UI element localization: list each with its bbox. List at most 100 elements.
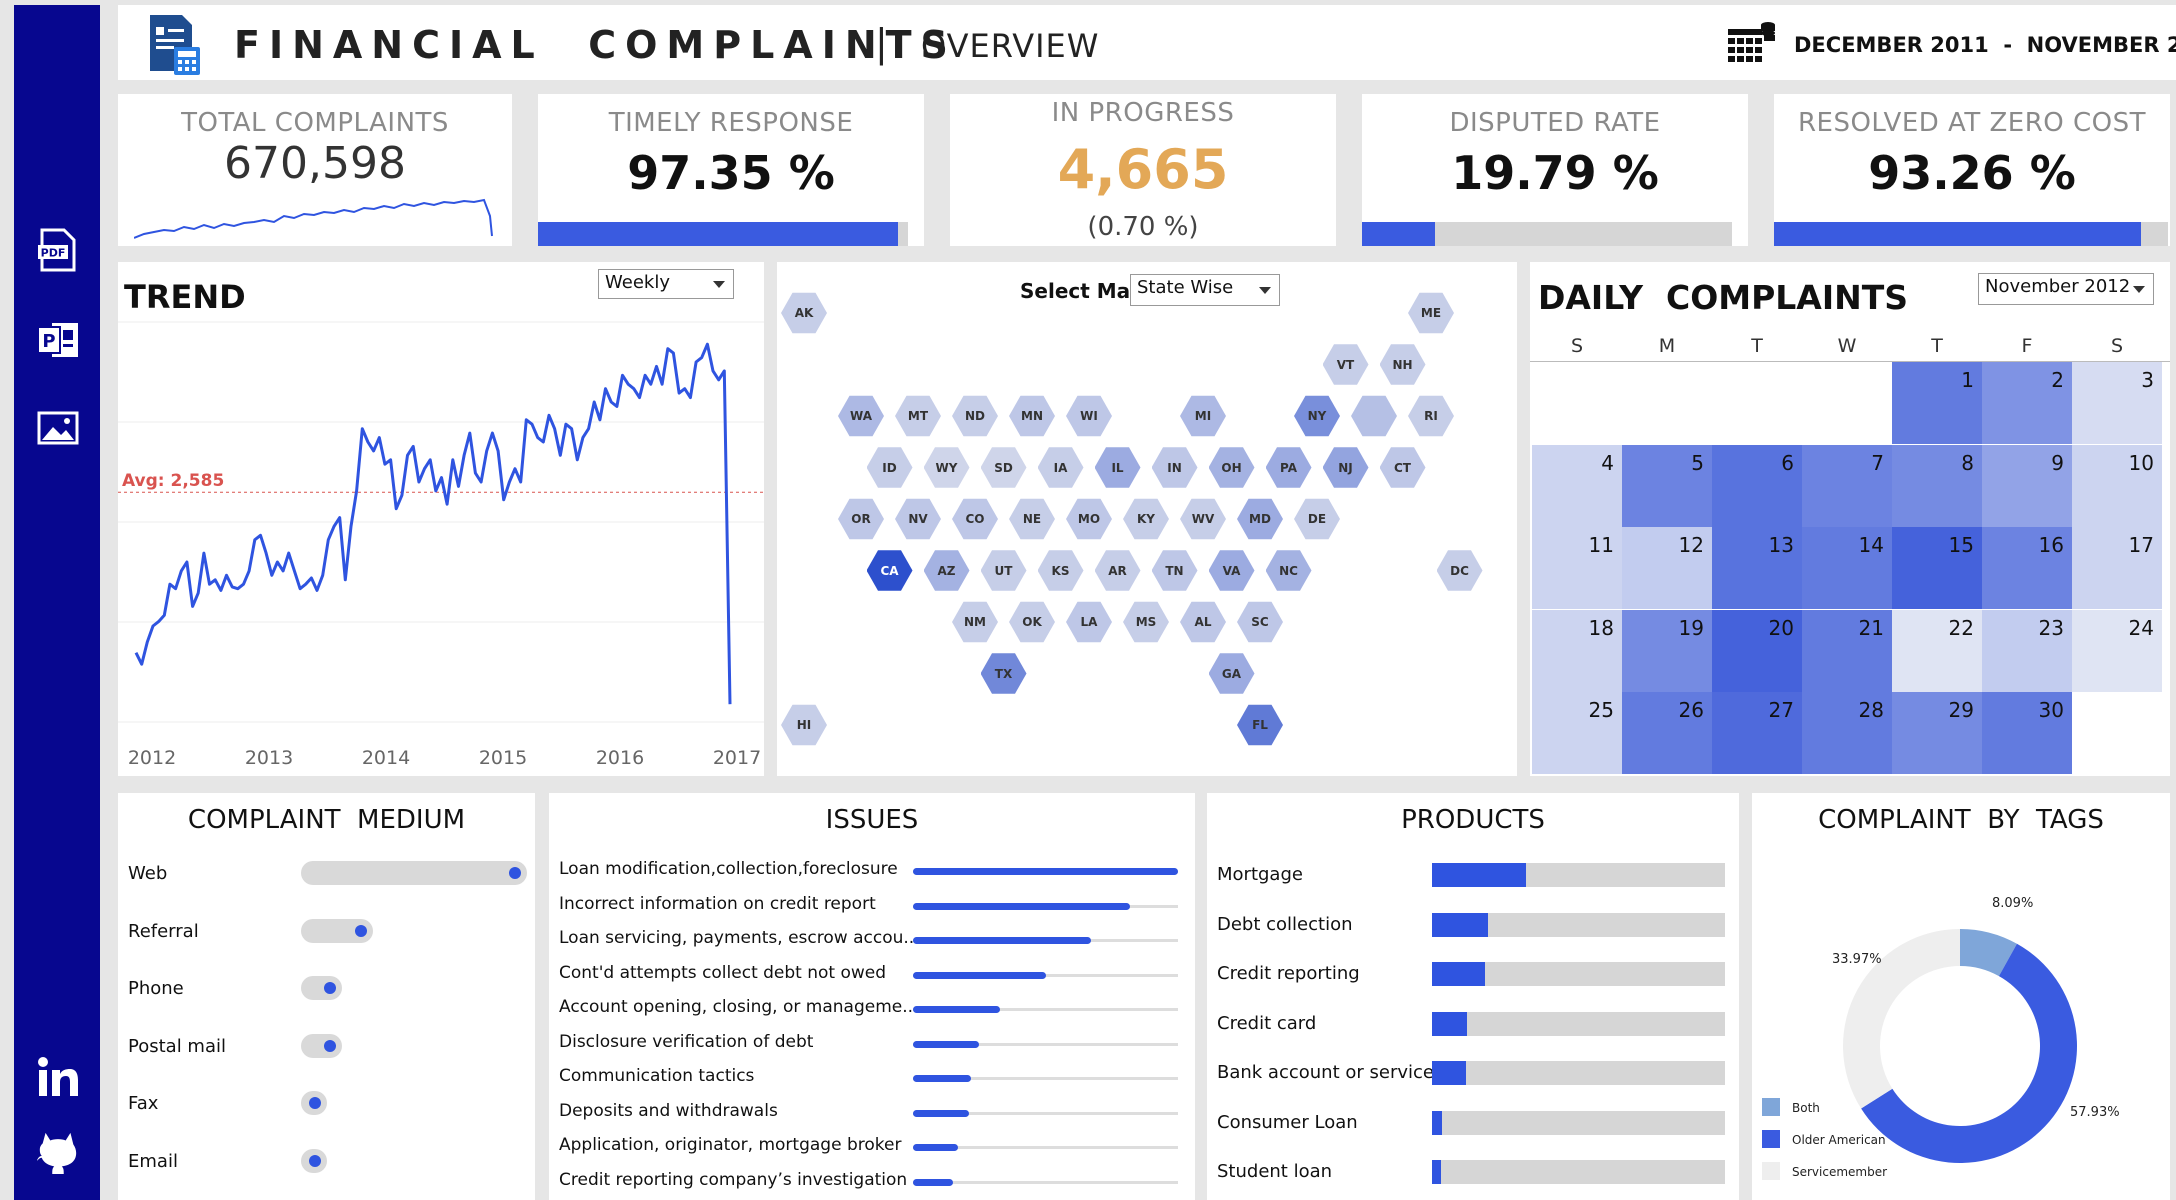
state-hex-fl[interactable]: FL	[1237, 704, 1283, 746]
calendar-day-cell[interactable]: 8	[1892, 444, 1982, 527]
calendar-day-cell[interactable]: 19	[1622, 609, 1712, 692]
issue-bar[interactable]	[913, 868, 1178, 875]
kpi-timely-response[interactable]: TIMELY RESPONSE 97.35 %	[538, 94, 924, 246]
medium-toggle-bar[interactable]	[301, 976, 342, 1000]
linkedin-icon[interactable]	[36, 1055, 80, 1099]
state-hex-mo[interactable]: MO	[1066, 498, 1112, 540]
calendar-day-cell[interactable]: 6	[1712, 444, 1802, 527]
medium-toggle-bar[interactable]	[301, 918, 374, 943]
pdf-export-icon[interactable]: PDF	[36, 228, 80, 272]
state-hex-unlabeled[interactable]	[1351, 395, 1397, 437]
issue-bar[interactable]	[913, 971, 1046, 979]
state-hex-az[interactable]: AZ	[923, 550, 970, 591]
calendar-day-cell[interactable]: 14	[1802, 527, 1892, 609]
state-hex-al[interactable]: AL	[1180, 601, 1226, 643]
state-hex-la[interactable]: LA	[1066, 601, 1112, 643]
state-hex-mi[interactable]: MI	[1180, 395, 1226, 437]
state-hex-mt[interactable]: MT	[895, 395, 941, 437]
map-type-dropdown[interactable]: State Wise	[1130, 274, 1280, 306]
calendar-day-cell[interactable]: 20	[1712, 609, 1802, 692]
calendar-day-cell[interactable]: 3	[2072, 362, 2162, 444]
calendar-day-cell[interactable]: 24	[2072, 609, 2162, 692]
calendar-day-cell[interactable]: 7	[1802, 444, 1892, 527]
state-hex-nv[interactable]: NV	[895, 498, 941, 540]
state-hex-ut[interactable]: UT	[980, 550, 1027, 591]
kpi-total-complaints[interactable]: TOTAL COMPLAINTS 670,598	[118, 94, 512, 246]
state-hex-ne[interactable]: NE	[1009, 498, 1055, 540]
calendar-day-cell[interactable]: 18	[1532, 609, 1622, 692]
state-hex-il[interactable]: IL	[1094, 447, 1141, 488]
calendar-day-cell[interactable]: 9	[1982, 444, 2072, 527]
image-export-icon[interactable]	[36, 406, 80, 450]
calendar-day-cell[interactable]: 13	[1712, 527, 1802, 609]
state-hex-ca[interactable]: CA	[866, 550, 913, 591]
powerpoint-export-icon[interactable]: P	[36, 318, 80, 362]
calendar-day-cell[interactable]: 5	[1622, 444, 1712, 527]
issue-bar[interactable]	[913, 1040, 980, 1048]
calendar-day-cell[interactable]: 29	[1892, 692, 1982, 774]
calendar-day-cell[interactable]: 15	[1892, 527, 1982, 609]
state-hex-ia[interactable]: IA	[1037, 447, 1084, 488]
state-hex-ga[interactable]: GA	[1208, 653, 1255, 694]
state-hex-de[interactable]: DE	[1294, 498, 1340, 540]
trend-series-line[interactable]	[134, 342, 732, 705]
calendar-day-cell[interactable]: 27	[1712, 692, 1802, 774]
state-hex-id[interactable]: ID	[866, 447, 913, 488]
state-hex-dc[interactable]: DC	[1436, 550, 1483, 591]
state-hex-ak[interactable]: AK	[781, 292, 827, 334]
product-bar[interactable]	[1432, 1160, 1441, 1184]
product-bar[interactable]	[1432, 1061, 1466, 1085]
product-bar[interactable]	[1432, 1110, 1443, 1135]
medium-toggle-bar[interactable]	[301, 1148, 327, 1173]
state-hex-ct[interactable]: CT	[1379, 447, 1426, 488]
product-bar[interactable]	[1432, 912, 1488, 937]
state-hex-ny[interactable]: NY	[1294, 395, 1340, 437]
state-hex-nj[interactable]: NJ	[1322, 447, 1369, 488]
state-hex-mn[interactable]: MN	[1009, 395, 1055, 437]
issue-bar[interactable]	[913, 1109, 969, 1117]
state-hex-wy[interactable]: WY	[923, 447, 970, 488]
product-bar[interactable]	[1432, 962, 1485, 986]
calendar-day-cell[interactable]: 25	[1532, 692, 1622, 774]
state-hex-wv[interactable]: WV	[1180, 498, 1226, 540]
calendar-day-cell[interactable]: 2	[1982, 362, 2072, 444]
state-hex-tn[interactable]: TN	[1151, 550, 1198, 591]
state-hex-md[interactable]: MD	[1237, 498, 1283, 540]
state-hex-nd[interactable]: ND	[952, 395, 998, 437]
state-hex-tx[interactable]: TX	[980, 653, 1027, 694]
issue-bar[interactable]	[913, 1178, 953, 1186]
state-hex-hi[interactable]: HI	[781, 704, 827, 746]
medium-toggle-bar[interactable]	[301, 1033, 342, 1058]
calendar-day-cell[interactable]: 28	[1802, 692, 1892, 774]
state-hex-ks[interactable]: KS	[1037, 550, 1084, 591]
state-hex-ar[interactable]: AR	[1094, 550, 1141, 591]
product-bar[interactable]	[1432, 1011, 1468, 1036]
calendar-day-cell[interactable]: 12	[1622, 527, 1712, 609]
state-hex-me[interactable]: ME	[1408, 292, 1454, 334]
calendar-month-dropdown[interactable]: November 2012	[1978, 273, 2154, 305]
medium-toggle-bar[interactable]	[301, 861, 527, 885]
state-hex-nh[interactable]: NH	[1379, 344, 1426, 385]
issue-bar[interactable]	[913, 902, 1131, 910]
state-hex-nc[interactable]: NC	[1265, 550, 1312, 591]
kpi-resolved-zero-cost[interactable]: RESOLVED AT ZERO COST 93.26 %	[1774, 94, 2170, 246]
calendar-day-cell[interactable]: 4	[1532, 444, 1622, 527]
state-hex-ms[interactable]: MS	[1123, 601, 1169, 643]
state-hex-co[interactable]: CO	[952, 498, 998, 540]
state-hex-ri[interactable]: RI	[1408, 395, 1454, 437]
calendar-day-cell[interactable]: 22	[1892, 609, 1982, 692]
state-hex-or[interactable]: OR	[838, 498, 884, 540]
state-hex-sc[interactable]: SC	[1237, 601, 1283, 643]
state-hex-sd[interactable]: SD	[980, 447, 1027, 488]
state-hex-pa[interactable]: PA	[1265, 447, 1312, 488]
github-icon[interactable]	[36, 1130, 80, 1174]
calendar-day-cell[interactable]: 26	[1622, 692, 1712, 774]
calendar-day-cell[interactable]: 30	[1982, 692, 2072, 774]
product-bar[interactable]	[1432, 863, 1526, 887]
kpi-disputed-rate[interactable]: DISPUTED RATE 19.79 %	[1362, 94, 1748, 246]
kpi-in-progress[interactable]: IN PROGRESS 4,665 (0.70 %)	[950, 94, 1336, 246]
state-hex-wa[interactable]: WA	[838, 395, 884, 437]
issue-bar[interactable]	[913, 1075, 972, 1082]
calendar-day-cell[interactable]: 16	[1982, 527, 2072, 609]
state-hex-va[interactable]: VA	[1208, 550, 1255, 591]
